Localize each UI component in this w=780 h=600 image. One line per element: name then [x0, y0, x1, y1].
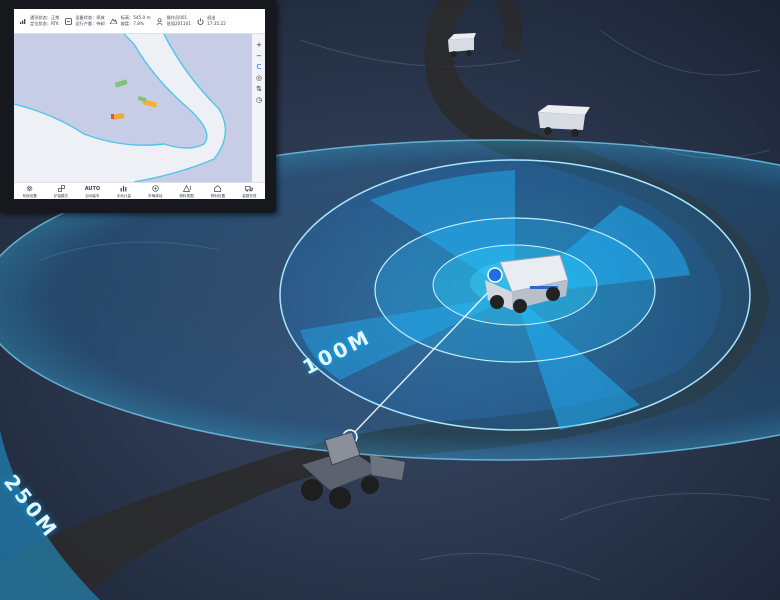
nav-label: 自动装车 [85, 193, 100, 198]
device-status: 设备状态：停放 运行产量：待卸 [64, 15, 105, 27]
exit-clock[interactable]: 退出 17:35:22 [196, 15, 226, 27]
refresh-button[interactable]: C [254, 61, 264, 72]
home-icon [214, 185, 222, 193]
site-map[interactable] [14, 34, 252, 182]
history-button[interactable]: ◷ [254, 94, 264, 105]
comm-status: 通讯状态：正常 定位状态：RTK [19, 15, 59, 27]
nav-material-disposal[interactable]: 物料处置 [204, 185, 231, 199]
clock-text: 17:35:22 [207, 21, 226, 26]
nav-label: 装载完成 [242, 193, 257, 198]
nav-system-settings[interactable]: 系统设置 [16, 185, 43, 199]
layers-button[interactable]: ⇅ [254, 83, 264, 94]
slope-text: 坡度：7.8% [120, 21, 144, 26]
terrain-status: 标高：545.0 m 坡度：7.8% [110, 15, 151, 27]
mountain-icon [110, 17, 118, 25]
user-info[interactable]: 操作员001 班组201101 [156, 15, 191, 27]
nav-manual-measure[interactable]: 手动计量 [110, 185, 137, 199]
nav-label: 铲装模式 [53, 193, 69, 198]
device-icon [64, 17, 72, 25]
zoom-in-button[interactable]: + [254, 39, 264, 50]
user-icon [156, 17, 164, 25]
zoom-out-button[interactable]: − [254, 50, 264, 61]
warning-icon [182, 185, 191, 193]
control-tablet: 通讯状态：正常 定位状态：RTK 设备状态：停放 运行产量：待卸 标高：545.… [0, 0, 276, 213]
status-bar: 通讯状态：正常 定位状态：RTK 设备状态：停放 运行产量：待卸 标高：545.… [14, 9, 265, 34]
gear-icon [26, 185, 34, 193]
power-icon[interactable] [196, 17, 204, 25]
signal-icon [19, 17, 27, 25]
chart-icon [120, 185, 128, 193]
nav-label: 系统设置 [22, 193, 37, 198]
auto-icon: AUTO [84, 185, 101, 192]
bottom-nav: 系统设置 铲装模式 AUTO 自动装车 手动计量 车辆调动 物料表图 物料处置 … [14, 182, 265, 199]
target-icon [151, 185, 159, 193]
nav-label: 车辆调动 [148, 193, 163, 198]
user-team-text: 班组201101 [166, 21, 191, 26]
flow-icon [57, 185, 65, 193]
nav-material-chart[interactable]: 物料表图 [173, 185, 200, 199]
position-status-text: 定位状态：RTK [30, 21, 59, 26]
truck-icon [245, 185, 254, 193]
locate-button[interactable]: ◎ [254, 72, 264, 83]
nav-label: 物料表图 [179, 193, 194, 198]
nav-auto-load[interactable]: AUTO 自动装车 [79, 185, 106, 199]
map-toolbar: + − C ◎ ⇅ ◷ [253, 34, 265, 182]
nav-label: 物料处置 [210, 193, 226, 198]
nav-label: 手动计量 [116, 193, 131, 198]
work-state-text: 运行产量：待卸 [75, 21, 105, 26]
nav-load-complete[interactable]: 装载完成 [236, 185, 263, 199]
tablet-screen: 通讯状态：正常 定位状态：RTK 设备状态：停放 运行产量：待卸 标高：545.… [14, 9, 265, 199]
nav-load-mode[interactable]: 铲装模式 [48, 185, 75, 199]
nav-vehicle-dispatch[interactable]: 车辆调动 [142, 185, 169, 199]
mine-scene: 100M 250M 通讯状态：正常 定位状态：RTK 设备状态：停放 运行产量：… [0, 0, 780, 600]
